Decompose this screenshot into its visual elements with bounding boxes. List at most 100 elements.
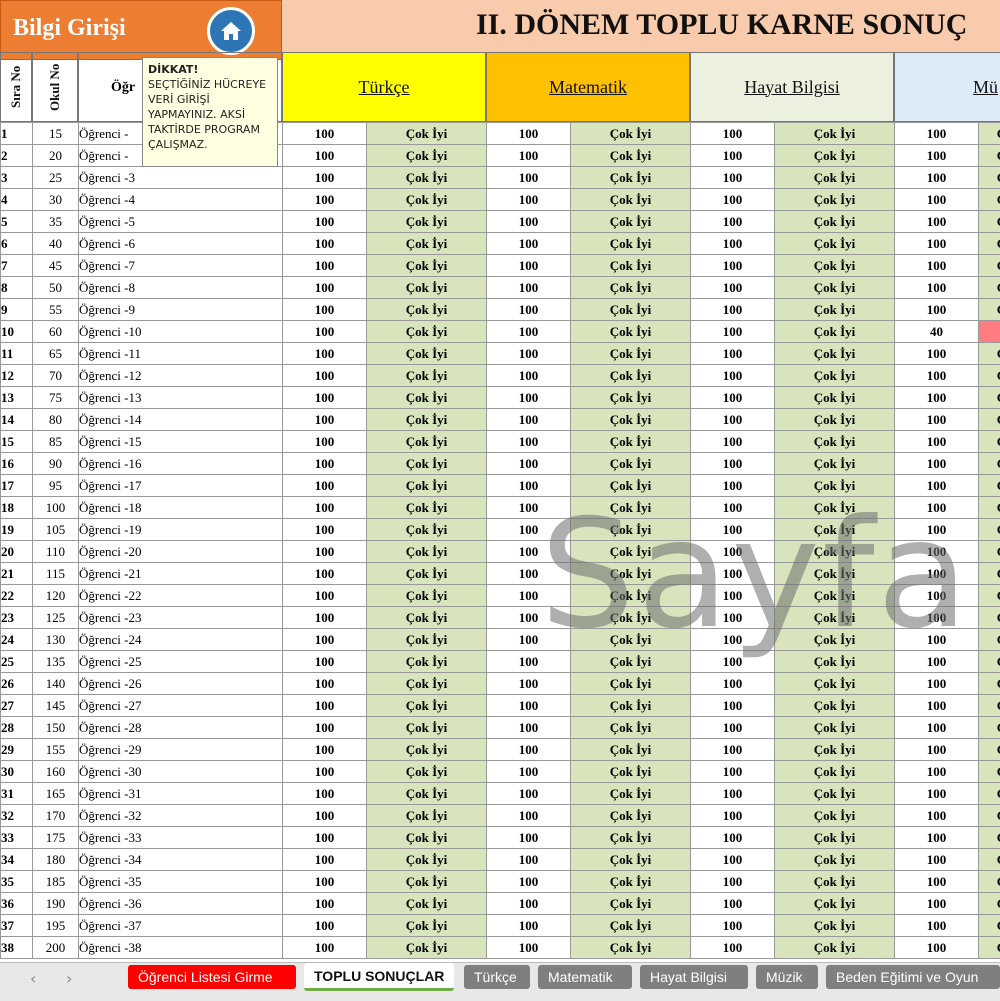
- cell-ogrenci-adi[interactable]: Öğrenci -37: [79, 915, 283, 937]
- cell-okul-no[interactable]: 30: [33, 189, 79, 211]
- cell-sira-no[interactable]: 28: [1, 717, 33, 739]
- cell-grade[interactable]: Çok İyi: [367, 255, 487, 277]
- cell-okul-no[interactable]: 165: [33, 783, 79, 805]
- cell-grade[interactable]: Çok İyi: [571, 299, 691, 321]
- cell-score[interactable]: 100: [895, 233, 979, 255]
- cell-grade[interactable]: Çok İyi: [979, 739, 1000, 761]
- cell-sira-no[interactable]: 19: [1, 519, 33, 541]
- cell-sira-no[interactable]: 22: [1, 585, 33, 607]
- cell-score[interactable]: 100: [691, 387, 775, 409]
- cell-score[interactable]: 100: [283, 915, 367, 937]
- cell-score[interactable]: 100: [691, 563, 775, 585]
- cell-ogrenci-adi[interactable]: Öğrenci -3: [79, 167, 283, 189]
- cell-score[interactable]: 100: [895, 695, 979, 717]
- cell-grade[interactable]: Çok İyi: [979, 629, 1000, 651]
- cell-grade[interactable]: Çok İyi: [367, 893, 487, 915]
- cell-okul-no[interactable]: 135: [33, 651, 79, 673]
- cell-grade[interactable]: Çok İyi: [571, 783, 691, 805]
- cell-score[interactable]: 100: [691, 123, 775, 145]
- cell-ogrenci-adi[interactable]: Öğrenci -6: [79, 233, 283, 255]
- cell-score[interactable]: 100: [283, 409, 367, 431]
- cell-sira-no[interactable]: 5: [1, 211, 33, 233]
- cell-grade[interactable]: Çok İyi: [775, 937, 895, 959]
- cell-grade[interactable]: Çok İyi: [979, 343, 1000, 365]
- cell-grade[interactable]: Çok İyi: [367, 233, 487, 255]
- cell-grade[interactable]: Çok İyi: [367, 387, 487, 409]
- cell-okul-no[interactable]: 195: [33, 915, 79, 937]
- cell-ogrenci-adi[interactable]: Öğrenci -23: [79, 607, 283, 629]
- cell-ogrenci-adi[interactable]: Öğrenci -15: [79, 431, 283, 453]
- cell-score[interactable]: 100: [895, 739, 979, 761]
- home-button[interactable]: [207, 7, 255, 55]
- cell-okul-no[interactable]: 140: [33, 673, 79, 695]
- cell-grade[interactable]: Çok İyi: [571, 343, 691, 365]
- cell-grade[interactable]: Çok İyi: [775, 387, 895, 409]
- cell-score[interactable]: 100: [487, 343, 571, 365]
- cell-okul-no[interactable]: 200: [33, 937, 79, 959]
- cell-ogrenci-adi[interactable]: Öğrenci -29: [79, 739, 283, 761]
- cell-grade[interactable]: Çok İyi: [571, 629, 691, 651]
- cell-score[interactable]: 100: [691, 167, 775, 189]
- cell-score[interactable]: 100: [283, 145, 367, 167]
- cell-okul-no[interactable]: 170: [33, 805, 79, 827]
- cell-okul-no[interactable]: 110: [33, 541, 79, 563]
- cell-grade[interactable]: Çok İyi: [775, 541, 895, 563]
- cell-grade[interactable]: Çok İyi: [571, 475, 691, 497]
- cell-grade[interactable]: Çok İyi: [571, 145, 691, 167]
- cell-score[interactable]: 100: [283, 761, 367, 783]
- cell-ogrenci-adi[interactable]: Öğrenci -17: [79, 475, 283, 497]
- cell-score[interactable]: 100: [691, 453, 775, 475]
- cell-grade[interactable]: Çok İyi: [571, 717, 691, 739]
- cell-score[interactable]: 100: [487, 607, 571, 629]
- cell-okul-no[interactable]: 105: [33, 519, 79, 541]
- cell-grade[interactable]: Çok İyi: [775, 849, 895, 871]
- cell-score[interactable]: 100: [283, 541, 367, 563]
- cell-okul-no[interactable]: 180: [33, 849, 79, 871]
- cell-score[interactable]: 100: [487, 915, 571, 937]
- tab-toplu-sonuclar[interactable]: TOPLU SONUÇLAR: [304, 963, 454, 991]
- cell-okul-no[interactable]: 45: [33, 255, 79, 277]
- cell-score[interactable]: 100: [487, 123, 571, 145]
- cell-score[interactable]: 100: [487, 167, 571, 189]
- cell-score[interactable]: 100: [895, 541, 979, 563]
- cell-sira-no[interactable]: 10: [1, 321, 33, 343]
- cell-score[interactable]: 100: [283, 299, 367, 321]
- cell-score[interactable]: 100: [283, 233, 367, 255]
- cell-score[interactable]: 100: [691, 409, 775, 431]
- cell-score[interactable]: 100: [895, 915, 979, 937]
- cell-score[interactable]: 100: [283, 211, 367, 233]
- cell-grade[interactable]: Çok İyi: [571, 321, 691, 343]
- cell-ogrenci-adi[interactable]: Öğrenci -14: [79, 409, 283, 431]
- cell-sira-no[interactable]: 8: [1, 277, 33, 299]
- cell-okul-no[interactable]: 50: [33, 277, 79, 299]
- cell-ogrenci-adi[interactable]: Öğrenci -5: [79, 211, 283, 233]
- cell-ogrenci-adi[interactable]: Öğrenci -19: [79, 519, 283, 541]
- cell-score[interactable]: 100: [895, 211, 979, 233]
- cell-grade[interactable]: Çok İyi: [775, 761, 895, 783]
- cell-grade[interactable]: Çok İyi: [775, 585, 895, 607]
- cell-score[interactable]: 100: [487, 541, 571, 563]
- cell-okul-no[interactable]: 40: [33, 233, 79, 255]
- cell-score[interactable]: 100: [895, 783, 979, 805]
- cell-score[interactable]: 100: [895, 387, 979, 409]
- cell-sira-no[interactable]: 15: [1, 431, 33, 453]
- cell-grade[interactable]: Çok İyi: [367, 343, 487, 365]
- cell-grade[interactable]: Çok İyi: [367, 365, 487, 387]
- cell-grade[interactable]: Çok İyi: [775, 717, 895, 739]
- cell-score[interactable]: 100: [691, 145, 775, 167]
- cell-okul-no[interactable]: 130: [33, 629, 79, 651]
- cell-score[interactable]: 100: [895, 145, 979, 167]
- cell-grade[interactable]: Çok İyi: [775, 277, 895, 299]
- cell-grade[interactable]: Çok İyi: [571, 519, 691, 541]
- cell-score[interactable]: 100: [691, 211, 775, 233]
- cell-ogrenci-adi[interactable]: Öğrenci -24: [79, 629, 283, 651]
- cell-sira-no[interactable]: 16: [1, 453, 33, 475]
- cell-ogrenci-adi[interactable]: Öğrenci -18: [79, 497, 283, 519]
- cell-grade[interactable]: Çok İyi: [775, 299, 895, 321]
- cell-score[interactable]: 100: [283, 607, 367, 629]
- cell-score[interactable]: 100: [691, 893, 775, 915]
- cell-score[interactable]: 100: [487, 277, 571, 299]
- cell-sira-no[interactable]: 29: [1, 739, 33, 761]
- tab-muzik[interactable]: Müzik: [756, 965, 818, 989]
- cell-grade[interactable]: Çok İyi: [979, 783, 1000, 805]
